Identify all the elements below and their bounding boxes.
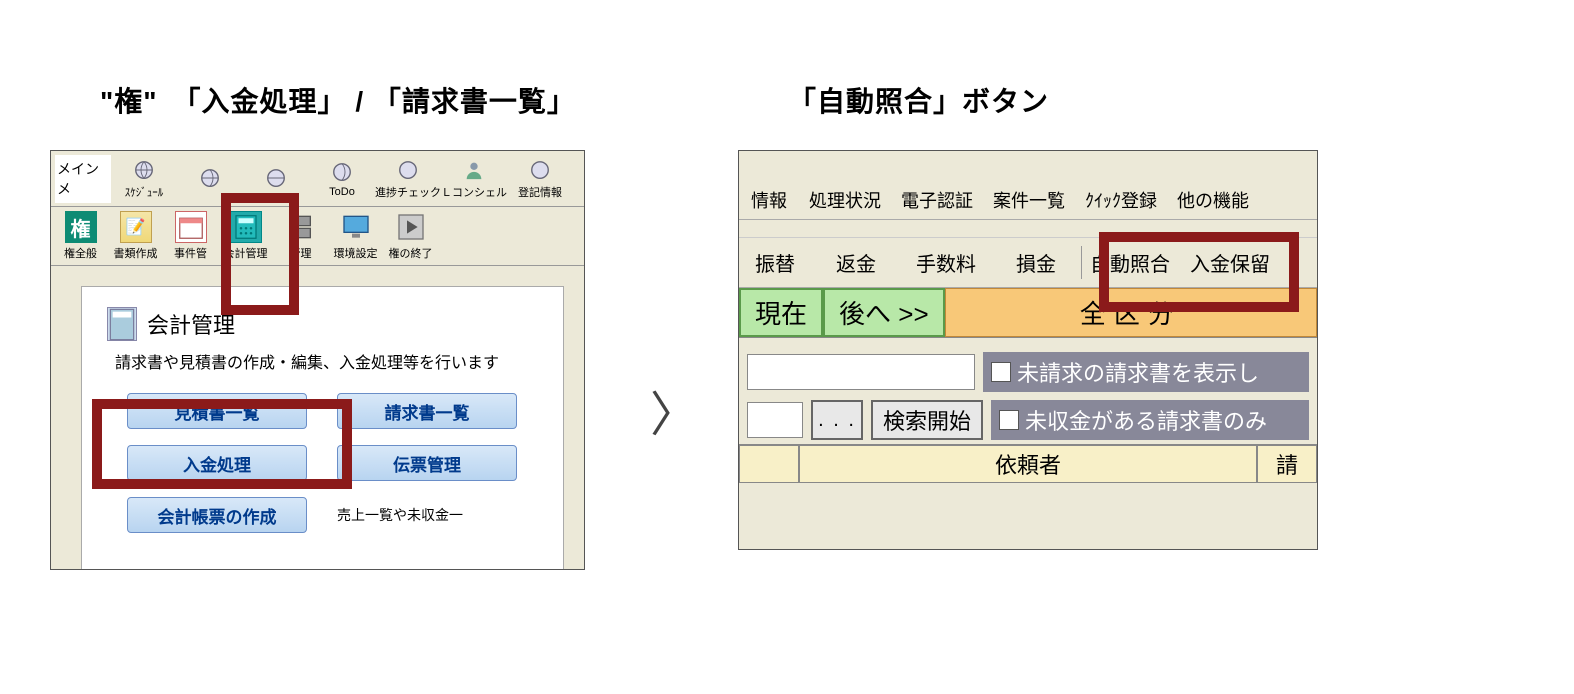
toolbar-second: 権 権全般 📝 書類作成 事件管 会計管理 (51, 207, 584, 266)
btn-kaikei-chouhyou[interactable]: 会計帳票の作成 (127, 497, 307, 533)
btn-kaikei-label: 会計管理 (224, 245, 268, 261)
r-item-shori-label: 処理状況 (809, 187, 881, 213)
btn-seikyuu-list[interactable]: 請求書一覧 (337, 393, 517, 429)
chk-mishuukin[interactable]: 未収金がある請求書のみ (991, 400, 1309, 440)
calculator-small-icon (107, 307, 137, 341)
action-nyuukinhoryu[interactable]: 入金保留 (1182, 244, 1280, 281)
btn-kenend[interactable]: 権の終了 (383, 211, 438, 261)
drawer-icon (285, 211, 317, 243)
filter-input-2[interactable] (747, 402, 803, 438)
filter-input-1[interactable] (747, 354, 975, 390)
btn-nyuukin[interactable]: 入金処理 (127, 445, 307, 481)
btn-kankyou-label: 環境設定 (334, 245, 378, 261)
toolbar-item3[interactable] (243, 166, 309, 192)
side-text-uriage: 売上一覧や未収金一 (337, 505, 463, 525)
btn-shorui-label: 書類作成 (114, 245, 158, 261)
content-area: 会計管理 請求書や見積書の作成・編集、入金処理等を行います 見積書一覧 請求書一… (51, 266, 584, 570)
btn-kankyou[interactable]: 環境設定 (328, 211, 383, 261)
r-item-jouhou[interactable]: 情報 (739, 151, 799, 219)
r-item-quick-label: ｸｲｯｸ登録 (1085, 187, 1157, 213)
r-item-jouhou-label: 情報 (751, 187, 787, 213)
btn-mitsumori-list[interactable]: 見積書一覧 (127, 393, 307, 429)
btn-kaikei[interactable]: 会計管理 (218, 211, 273, 261)
nav-row: 現在 後へ >> 全区分 (739, 288, 1317, 338)
r-item-quick[interactable]: ✳ ｸｲｯｸ登録 (1075, 151, 1167, 219)
nav-genzai[interactable]: 現在 (739, 288, 823, 337)
toolbar-top: メインメ ｽｹｼﾞｭｰﾙ ToDo (51, 151, 584, 207)
r-item-anken[interactable]: ✳ 案件一覧 (983, 151, 1075, 219)
action-tesuu[interactable]: 手数料 (901, 244, 991, 281)
btn-kenend-label: 権の終了 (389, 245, 433, 261)
left-heading: "権" 「入金処理」 / 「請求書一覧」 (100, 80, 610, 120)
r-item-denshi[interactable]: 電子認証 (891, 151, 983, 219)
toolbar-lconcierge-label: Ｌコンシェル (441, 184, 507, 200)
toolbar-schedule[interactable]: ｽｹｼﾞｭｰﾙ (111, 158, 177, 200)
btn-jiken[interactable]: 事件管 (163, 211, 218, 261)
section-title: 会計管理 (147, 308, 235, 340)
r-item-hoka-label: 他の機能 (1177, 187, 1249, 213)
main-menu-label: メインメ (55, 155, 111, 203)
checkbox-icon (991, 362, 1011, 382)
right-panel: 情報 処理状況 電子認証 ✳ 案件一覧 ✳ (738, 150, 1318, 550)
arrow-icon: 〉 (650, 375, 698, 445)
action-henkin[interactable]: 返金 (811, 244, 901, 281)
globe-icon (528, 158, 552, 182)
toolbar-progress[interactable]: 進捗チェック (375, 158, 441, 200)
r-item-anken-label: 案件一覧 (993, 187, 1065, 213)
toolbar-progress-label: 進捗チェック (375, 184, 441, 200)
chk-mishuukin-label: 未収金がある請求書のみ (1025, 404, 1267, 436)
filter-area: 未請求の請求書を表示し . . . 検索開始 未収金がある請求書のみ (739, 338, 1317, 444)
right-toolbar: 情報 処理状況 電子認証 ✳ 案件一覧 ✳ (739, 151, 1317, 220)
table-header-row: 依頼者 請 (739, 444, 1317, 483)
dots-button[interactable]: . . . (811, 400, 863, 440)
btn-denpyou[interactable]: 伝票管理 (337, 445, 517, 481)
btn-kenzen-label: 権全般 (64, 245, 97, 261)
btn-shorui[interactable]: 📝 書類作成 (108, 211, 163, 261)
header-col-empty (739, 445, 799, 483)
toolbar-todo[interactable]: ToDo (309, 160, 375, 198)
person-icon (462, 158, 486, 182)
globe-icon (264, 166, 288, 190)
toolbar-touki-label: 登記情報 (518, 184, 562, 200)
notepad-icon: 📝 (120, 211, 152, 243)
ken-icon: 権 (65, 211, 97, 243)
r-item-hoka[interactable]: ✳ 他の機能 (1167, 151, 1259, 219)
play-icon (395, 211, 427, 243)
globe-icon (132, 158, 156, 182)
btn-kanri-label: 管理 (290, 245, 312, 261)
section-description: 請求書や見積書の作成・編集、入金処理等を行います (115, 349, 538, 373)
btn-kenzen[interactable]: 権 権全般 (53, 211, 108, 261)
right-actions: 振替 返金 手数料 損金 自動照合 入金保留 (739, 238, 1317, 288)
monitor-icon (340, 211, 372, 243)
calculator-icon (230, 211, 262, 243)
toolbar-item2[interactable] (177, 166, 243, 192)
right-heading: 「自動照合」ボタン (788, 80, 1318, 120)
toolbar-touki[interactable]: 登記情報 (507, 158, 573, 200)
nav-kubun[interactable]: 全区分 (945, 288, 1317, 337)
nav-atohe[interactable]: 後へ >> (823, 288, 945, 337)
chk-miseikyuu-label: 未請求の請求書を表示し (1017, 356, 1259, 388)
action-jidou[interactable]: 自動照合 (1082, 244, 1182, 281)
toolbar-schedule-label: ｽｹｼﾞｭｰﾙ (125, 184, 164, 200)
globe-icon (330, 160, 354, 184)
r-item-shori[interactable]: 処理状況 (799, 151, 891, 219)
r-item-denshi-label: 電子認証 (901, 187, 973, 213)
chk-miseikyuu[interactable]: 未請求の請求書を表示し (983, 352, 1309, 392)
globe-icon (396, 158, 420, 182)
header-col-irai: 依頼者 (799, 445, 1257, 483)
toolbar-todo-label: ToDo (329, 186, 355, 198)
btn-kanri[interactable]: 管理 (273, 211, 328, 261)
search-button[interactable]: 検索開始 (871, 400, 983, 440)
action-furikae[interactable]: 振替 (739, 244, 811, 281)
toolbar-lconcierge[interactable]: Ｌコンシェル (441, 158, 507, 200)
checkbox-icon (999, 410, 1019, 430)
calendar-icon (175, 211, 207, 243)
globe-icon (198, 166, 222, 190)
btn-jiken-label: 事件管 (174, 245, 207, 261)
header-col-sei: 請 (1257, 445, 1317, 483)
action-sonkin[interactable]: 損金 (991, 244, 1081, 281)
left-panel: メインメ ｽｹｼﾞｭｰﾙ ToDo (50, 150, 585, 570)
